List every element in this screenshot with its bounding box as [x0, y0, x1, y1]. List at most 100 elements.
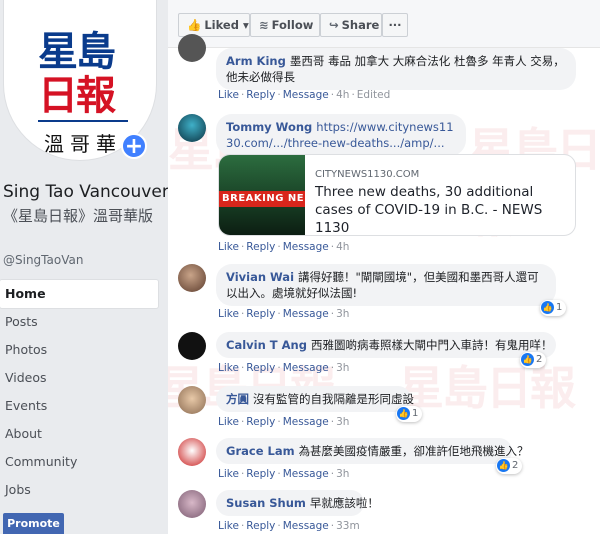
nav-item-about[interactable]: About [0, 420, 158, 448]
page-title[interactable]: Sing Tao Vancouver [3, 182, 169, 202]
commenter-name[interactable]: Grace Lam [226, 444, 295, 458]
comment-item: Tommy Wong https://www.citynews1130.com/.… [178, 114, 588, 256]
like-link[interactable]: Like [218, 468, 239, 480]
nav-item-events[interactable]: Events [0, 392, 158, 420]
message-link[interactable]: Message [283, 416, 329, 428]
page-username[interactable]: @SingTaoVan [3, 253, 83, 267]
link-preview-card[interactable]: BREAKING NE CITYNEWS1130.COM Three new d… [218, 154, 576, 236]
follow-label: Follow [271, 18, 314, 32]
comment-item: Calvin T Ang 西雅圖啲病毒照樣大閘中門入車詩！有鬼用咩！ 👍 2 Lik… [178, 332, 588, 376]
message-link[interactable]: Message [283, 468, 329, 480]
comment-actions: Like · Reply · Message · 3h [218, 416, 350, 428]
reply-link[interactable]: Reply [246, 416, 275, 428]
add-profile-photo-plus-icon[interactable]: + [121, 133, 147, 159]
comment-actions: Like · Reply · Message · 33m [218, 520, 360, 532]
nav-item-photos[interactable]: Photos [0, 336, 158, 364]
comment-timestamp[interactable]: 3h [336, 362, 349, 374]
commenter-name[interactable]: Vivian Wai [226, 270, 294, 284]
comment-timestamp[interactable]: 3h [336, 468, 349, 480]
link-preview-title: Three new deaths, 30 additional cases of… [315, 184, 543, 236]
nav-item-posts[interactable]: Posts [0, 308, 158, 336]
thumbs-up-icon: 👍 [187, 18, 202, 32]
nav-item-home[interactable]: Home [0, 280, 158, 308]
logo-text-middle: 日報 [38, 73, 116, 119]
reaction-count[interactable]: 👍 2 [496, 458, 523, 474]
like-link[interactable]: Like [218, 241, 239, 253]
page-action-bar: 👍 Liked ▾ ≋ Follow ↪ Share ··· [168, 0, 600, 48]
reply-link[interactable]: Reply [246, 308, 275, 320]
nav-item-videos[interactable]: Videos [0, 364, 158, 392]
chevron-down-icon: ▾ [242, 18, 249, 32]
nav-item-community[interactable]: Community [0, 448, 158, 476]
reaction-count[interactable]: 👍 1 [540, 300, 567, 316]
reaction-number: 2 [512, 460, 519, 471]
like-link[interactable]: Like [218, 416, 239, 428]
reply-link[interactable]: Reply [246, 89, 275, 101]
message-link[interactable]: Message [283, 308, 329, 320]
nav-item-jobs[interactable]: Jobs [0, 476, 158, 504]
rss-icon: ≋ [259, 18, 269, 32]
reaction-count[interactable]: 👍 2 [520, 352, 547, 368]
avatar[interactable] [178, 386, 206, 414]
message-link[interactable]: Message [283, 89, 329, 101]
promote-button[interactable]: Promote [3, 513, 64, 534]
avatar[interactable] [178, 114, 206, 142]
share-arrow-icon: ↪ [329, 18, 339, 32]
page-sidebar: 星島 日報 溫哥華 + Sing Tao Vancouver 《星島日報》溫哥華… [0, 0, 169, 534]
avatar[interactable] [178, 490, 206, 518]
comment-timestamp[interactable]: 3h [336, 308, 349, 320]
like-link[interactable]: Like [218, 362, 239, 374]
like-link[interactable]: Like [218, 89, 239, 101]
commenter-name[interactable]: 方圓 [226, 392, 249, 406]
commenter-name[interactable]: Arm King [226, 54, 286, 68]
comment-actions: Like · Reply · Message · 3h [218, 308, 350, 320]
more-options-button[interactable]: ··· [382, 13, 408, 37]
comment-bubble: Arm King 墨西哥 毒品 加拿大 大麻合法化 杜魯多 年青人 交易，他未必做… [216, 48, 576, 90]
reply-link[interactable]: Reply [246, 468, 275, 480]
follow-button[interactable]: ≋ Follow [250, 13, 320, 37]
commenter-name[interactable]: Tommy Wong [226, 120, 312, 134]
reaction-number: 1 [556, 302, 563, 313]
comment-item: Susan Shum 早就應該啦！ Like · Reply · Message · 33m [178, 490, 588, 534]
reply-link[interactable]: Reply [246, 520, 275, 532]
avatar[interactable] [178, 438, 206, 466]
comment-timestamp[interactable]: 33m [336, 520, 360, 532]
comment-bubble: Susan Shum 早就應該啦！ [216, 490, 379, 516]
share-label: Share [341, 18, 380, 32]
comment-bubble: Calvin T Ang 西雅圖啲病毒照樣大閘中門入車詩！有鬼用咩！ [216, 332, 556, 358]
commenter-name[interactable]: Calvin T Ang [226, 338, 307, 352]
avatar[interactable] [178, 264, 206, 292]
reaction-number: 1 [412, 408, 419, 419]
comment-timestamp[interactable]: 4h [336, 241, 349, 253]
breaking-news-banner: BREAKING NE [219, 191, 305, 207]
comment-timestamp[interactable]: 4h [336, 89, 349, 101]
message-link[interactable]: Message [283, 520, 329, 532]
edited-label[interactable]: Edited [357, 89, 390, 101]
comment-bubble: Grace Lam 為甚麼美國疫情嚴重，卻准許佢地飛機進入？ [216, 438, 529, 464]
comment-text: 為甚麼美國疫情嚴重，卻准許佢地飛機進入？ [298, 444, 529, 458]
page-subtitle: 《星島日報》溫哥華版 [3, 207, 154, 225]
avatar[interactable] [178, 332, 206, 360]
liked-label: Liked [204, 18, 239, 32]
reply-link[interactable]: Reply [246, 362, 275, 374]
reaction-count[interactable]: 👍 1 [396, 406, 423, 422]
comment-timestamp[interactable]: 3h [336, 416, 349, 428]
like-link[interactable]: Like [218, 520, 239, 532]
reply-link[interactable]: Reply [246, 241, 275, 253]
comment-actions: Like · Reply · Message · 4h · Edited [218, 89, 391, 101]
commenter-name[interactable]: Susan Shum [226, 496, 306, 510]
like-reaction-icon: 👍 [497, 458, 510, 472]
comment-item: Arm King 墨西哥 毒品 加拿大 大麻合法化 杜魯多 年青人 交易，他未必做… [178, 34, 588, 102]
like-reaction-icon: 👍 [521, 352, 534, 366]
link-preview-domain: CITYNEWS1130.COM [315, 169, 420, 180]
logo-text-bottom: 溫哥華 [44, 132, 122, 156]
message-link[interactable]: Message [283, 241, 329, 253]
page-nav: Home Posts Photos Videos Events About Co… [0, 280, 158, 504]
like-reaction-icon: 👍 [397, 406, 410, 420]
avatar[interactable] [178, 34, 206, 62]
reaction-number: 2 [536, 354, 543, 365]
message-link[interactable]: Message [283, 362, 329, 374]
like-link[interactable]: Like [218, 308, 239, 320]
share-button[interactable]: ↪ Share [320, 13, 382, 37]
logo-text-top: 星島 [38, 29, 116, 75]
